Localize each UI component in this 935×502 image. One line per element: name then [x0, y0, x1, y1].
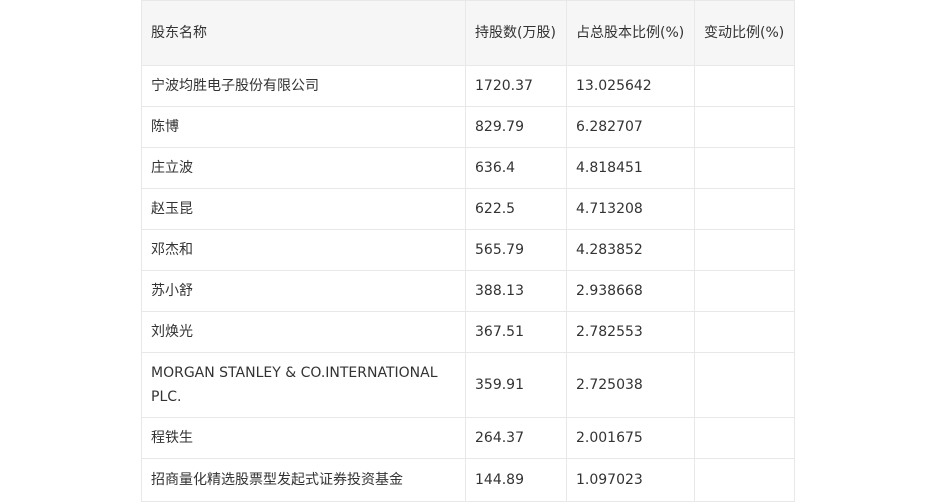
table-row: 招商量化精选股票型发起式证券投资基金 144.89 1.097023: [141, 458, 795, 502]
table-row: 庄立波 636.4 4.818451: [141, 147, 795, 189]
cell-ratio: 2.938668: [566, 270, 695, 312]
cell-shares: 622.5: [465, 188, 567, 230]
cell-shares: 144.89: [465, 458, 567, 502]
cell-change: [694, 458, 795, 502]
cell-name: 宁波均胜电子股份有限公司: [141, 65, 466, 107]
cell-ratio: 1.097023: [566, 458, 695, 502]
cell-name: 程铁生: [141, 417, 466, 459]
table-row: MORGAN STANLEY & CO.INTERNATIONAL PLC. 3…: [141, 352, 795, 418]
cell-name: 招商量化精选股票型发起式证券投资基金: [141, 458, 466, 502]
cell-shares: 264.37: [465, 417, 567, 459]
cell-shares: 359.91: [465, 352, 567, 418]
cell-ratio: 4.818451: [566, 147, 695, 189]
table-row: 赵玉昆 622.5 4.713208: [141, 188, 795, 230]
cell-shares: 1720.37: [465, 65, 567, 107]
header-change-ratio: 变动比例(%): [694, 0, 795, 66]
header-shareholder-name: 股东名称: [141, 0, 466, 66]
cell-ratio: 4.283852: [566, 229, 695, 271]
cell-ratio: 2.001675: [566, 417, 695, 459]
cell-shares: 388.13: [465, 270, 567, 312]
cell-shares: 829.79: [465, 106, 567, 148]
table-row: 程铁生 264.37 2.001675: [141, 417, 795, 459]
table-row: 宁波均胜电子股份有限公司 1720.37 13.025642: [141, 65, 795, 107]
cell-name: 陈博: [141, 106, 466, 148]
shareholder-table-container: 股东名称 持股数(万股) 占总股本比例(%) 变动比例(%) 宁波均胜电子股份有…: [141, 0, 795, 502]
cell-shares: 636.4: [465, 147, 567, 189]
table-header-row: 股东名称 持股数(万股) 占总股本比例(%) 变动比例(%): [141, 0, 795, 66]
cell-name: 刘焕光: [141, 311, 466, 353]
cell-name: 庄立波: [141, 147, 466, 189]
table-row: 邓杰和 565.79 4.283852: [141, 229, 795, 271]
cell-name: MORGAN STANLEY & CO.INTERNATIONAL PLC.: [141, 352, 466, 418]
cell-ratio: 2.725038: [566, 352, 695, 418]
table-row: 刘焕光 367.51 2.782553: [141, 311, 795, 353]
cell-shares: 565.79: [465, 229, 567, 271]
cell-ratio: 4.713208: [566, 188, 695, 230]
table-row: 陈博 829.79 6.282707: [141, 106, 795, 148]
cell-shares: 367.51: [465, 311, 567, 353]
cell-name: 赵玉昆: [141, 188, 466, 230]
cell-change: [694, 352, 795, 418]
table-row: 苏小舒 388.13 2.938668: [141, 270, 795, 312]
cell-change: [694, 188, 795, 230]
cell-ratio: 6.282707: [566, 106, 695, 148]
header-share-ratio: 占总股本比例(%): [566, 0, 695, 66]
cell-name: 苏小舒: [141, 270, 466, 312]
cell-name: 邓杰和: [141, 229, 466, 271]
cell-ratio: 13.025642: [566, 65, 695, 107]
cell-ratio: 2.782553: [566, 311, 695, 353]
cell-change: [694, 147, 795, 189]
cell-change: [694, 311, 795, 353]
cell-change: [694, 417, 795, 459]
cell-change: [694, 229, 795, 271]
cell-change: [694, 270, 795, 312]
shareholder-table: 股东名称 持股数(万股) 占总股本比例(%) 变动比例(%) 宁波均胜电子股份有…: [141, 0, 795, 502]
cell-change: [694, 65, 795, 107]
cell-change: [694, 106, 795, 148]
header-shares: 持股数(万股): [465, 0, 567, 66]
